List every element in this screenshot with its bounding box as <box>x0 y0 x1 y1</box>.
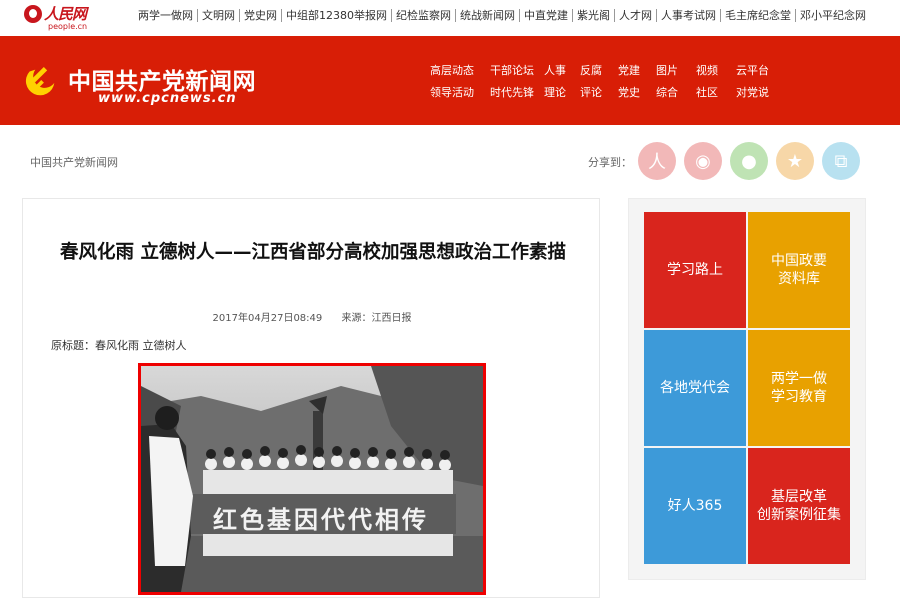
nav-item[interactable]: 理论 <box>544 84 580 106</box>
main-nav: 高层动态 干部论坛 人事 反腐 党建 图片 视频 云平台 领导活动 时代先锋 理… <box>430 62 790 106</box>
article: 春风化雨 立德树人——江西省部分高校加强思想政治工作素描 2017年04月27日… <box>22 198 600 598</box>
top-link[interactable]: 两学一做网 <box>134 9 198 22</box>
nav-item[interactable]: 党史 <box>618 84 656 106</box>
top-links: 两学一做网 文明网 党史网 中组部12380举报网 纪检监察网 统战新闻网 中直… <box>134 9 870 22</box>
nav-item[interactable]: 反腐 <box>580 62 618 84</box>
weibo-icon-glyph: ◉ <box>695 150 711 172</box>
people-logo[interactable]: 人民网 people.cn <box>24 3 94 33</box>
top-bar: 人民网 people.cn 两学一做网 文明网 党史网 中组部12380举报网 … <box>0 0 900 36</box>
article-title: 春风化雨 立德树人——江西省部分高校加强思想政治工作素描 <box>60 242 566 263</box>
nav-item[interactable]: 干部论坛 <box>490 62 544 84</box>
nav-item[interactable]: 云平台 <box>736 62 776 84</box>
nav-item[interactable]: 视频 <box>696 62 736 84</box>
tile-politicians-database[interactable]: 中国政要 资料库 <box>748 212 850 328</box>
people-icon[interactable]: 人 <box>638 142 676 180</box>
copy-icon[interactable]: ⧉ <box>822 142 860 180</box>
tile-grassroots-reform[interactable]: 基层改革 创新案例征集 <box>748 448 850 564</box>
article-original-title: 原标题：春风化雨 立德树人 <box>51 339 187 352</box>
top-link[interactable]: 中组部12380举报网 <box>282 9 392 22</box>
nav-row: 高层动态 干部论坛 人事 反腐 党建 图片 视频 云平台 <box>430 62 790 84</box>
tile-label: 两学一做 学习教育 <box>771 371 827 405</box>
weibo-icon[interactable]: ◉ <box>684 142 722 180</box>
tile-two-studies[interactable]: 两学一做 学习教育 <box>748 330 850 446</box>
tile-label: 学习路上 <box>667 262 723 278</box>
nav-item[interactable]: 图片 <box>656 62 696 84</box>
people-logo-name: 人民网 <box>44 5 87 23</box>
sidebar: 学习路上 中国政要 资料库 各地党代会 两学一做 学习教育 好人365 基层改革… <box>628 198 866 580</box>
favorite-icon-glyph: ★ <box>786 150 804 172</box>
nav-item[interactable]: 社区 <box>696 84 736 106</box>
top-link[interactable]: 中直党建 <box>520 9 573 22</box>
tile-party-congress[interactable]: 各地党代会 <box>644 330 746 446</box>
tile-label: 各地党代会 <box>660 380 730 396</box>
people-logo-icon <box>24 5 42 23</box>
nav-item[interactable]: 人事 <box>544 62 580 84</box>
top-link[interactable]: 纪检监察网 <box>392 9 456 22</box>
article-date: 2017年04月27日08:49 <box>212 313 323 324</box>
tile-label: 中国政要 资料库 <box>771 253 827 287</box>
tile-study-road[interactable]: 学习路上 <box>644 212 746 328</box>
nav-item[interactable]: 高层动态 <box>430 62 490 84</box>
breadcrumb[interactable]: 中国共产党新闻网 <box>30 154 118 170</box>
top-link[interactable]: 人才网 <box>615 9 657 22</box>
article-source[interactable]: 来源：江西日报 <box>341 313 411 324</box>
nav-row: 领导活动 时代先锋 理论 评论 党史 综合 社区 对党说 <box>430 84 790 106</box>
party-emblem-icon <box>25 66 55 96</box>
nav-item[interactable]: 领导活动 <box>430 84 490 106</box>
top-link[interactable]: 紫光阁 <box>573 9 615 22</box>
nav-item[interactable]: 对党说 <box>736 84 776 106</box>
favorite-icon[interactable]: ★ <box>776 142 814 180</box>
article-meta: 2017年04月27日08:49 来源：江西日报 <box>23 309 601 324</box>
top-link[interactable]: 统战新闻网 <box>456 9 520 22</box>
share-label: 分享到： <box>588 156 632 169</box>
article-photo-image <box>141 366 483 592</box>
copy-icon-glyph: ⧉ <box>834 150 848 172</box>
nav-item[interactable]: 综合 <box>656 84 696 106</box>
site-header: 中国共产党新闻网 www.cpcnews.cn 高层动态 干部论坛 人事 反腐 … <box>0 36 900 125</box>
nav-item[interactable]: 党建 <box>618 62 656 84</box>
top-link[interactable]: 人事考试网 <box>657 9 721 22</box>
people-icon-glyph: 人 <box>648 152 666 173</box>
people-logo-domain: people.cn <box>48 22 88 31</box>
wechat-icon-glyph: ● <box>741 150 757 172</box>
article-photo: 红色基因代代相传 <box>138 363 486 595</box>
top-link[interactable]: 毛主席纪念堂 <box>721 9 796 22</box>
site-domain: www.cpcnews.cn <box>98 91 237 106</box>
nav-item[interactable]: 评论 <box>580 84 618 106</box>
tile-label: 基层改革 创新案例征集 <box>757 489 841 523</box>
top-link[interactable]: 文明网 <box>198 9 240 22</box>
top-link[interactable]: 党史网 <box>240 9 282 22</box>
photo-banner-text: 红色基因代代相传 <box>213 506 429 534</box>
nav-item[interactable]: 时代先锋 <box>490 84 544 106</box>
wechat-icon[interactable]: ● <box>730 142 768 180</box>
top-link[interactable]: 邓小平纪念网 <box>796 9 870 22</box>
tile-good-people-365[interactable]: 好人365 <box>644 448 746 564</box>
tile-label: 好人365 <box>667 498 723 514</box>
